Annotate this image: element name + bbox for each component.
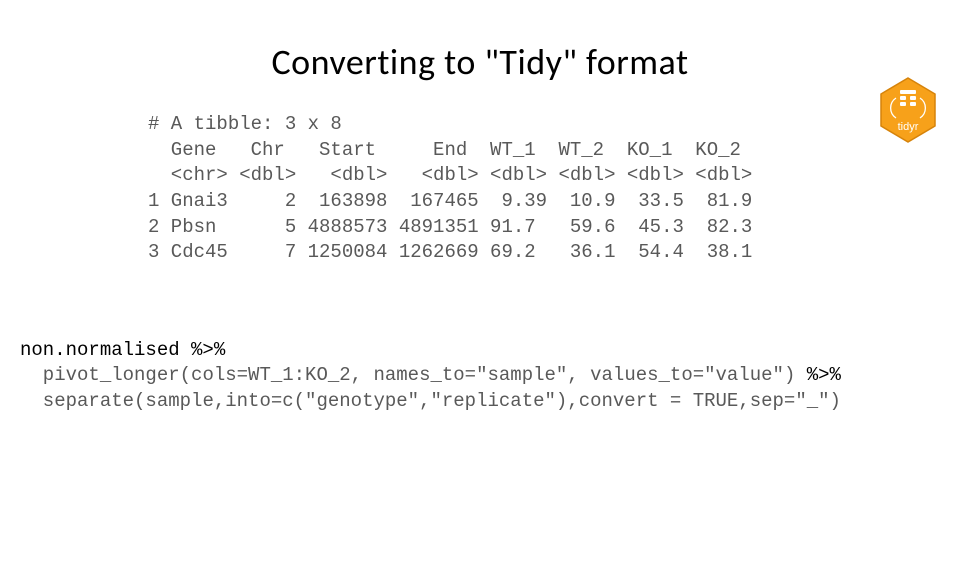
code-args-1: (cols=WT_1:KO_2, names_to="sample", valu… [180, 364, 807, 386]
code-func-pivot-longer: pivot_longer [20, 364, 180, 386]
tibble-row-1: 1 Gnai3 2 163898 167465 9.39 10.9 33.5 8… [148, 190, 752, 212]
code-args-2: (sample,into=c("genotype","replicate"),c… [134, 390, 841, 412]
pipe-operator: %>% [807, 364, 841, 386]
tibble-header: # A tibble: 3 x 8 [148, 113, 342, 135]
tibble-row-3: 3 Cdc45 7 1250084 1262669 69.2 36.1 54.4… [148, 241, 752, 263]
tidyr-logo: tidyr [878, 76, 938, 144]
tibble-output: # A tibble: 3 x 8 Gene Chr Start End WT_… [148, 112, 960, 266]
tibble-row-2: 2 Pbsn 5 4888573 4891351 91.7 59.6 45.3 … [148, 216, 752, 238]
page-title: Converting to "Tidy" format [0, 40, 960, 84]
tibble-types: <chr> <dbl> <dbl> <dbl> <dbl> <dbl> <dbl… [148, 164, 752, 186]
svg-text:tidyr: tidyr [898, 121, 919, 133]
tibble-columns: Gene Chr Start End WT_1 WT_2 KO_1 KO_2 [148, 139, 741, 161]
code-func-separate: separate [20, 390, 134, 412]
code-object: non.normalised [20, 339, 191, 361]
code-snippet: non.normalised %>% pivot_longer(cols=WT_… [20, 338, 960, 415]
pipe-operator: %>% [191, 339, 225, 361]
